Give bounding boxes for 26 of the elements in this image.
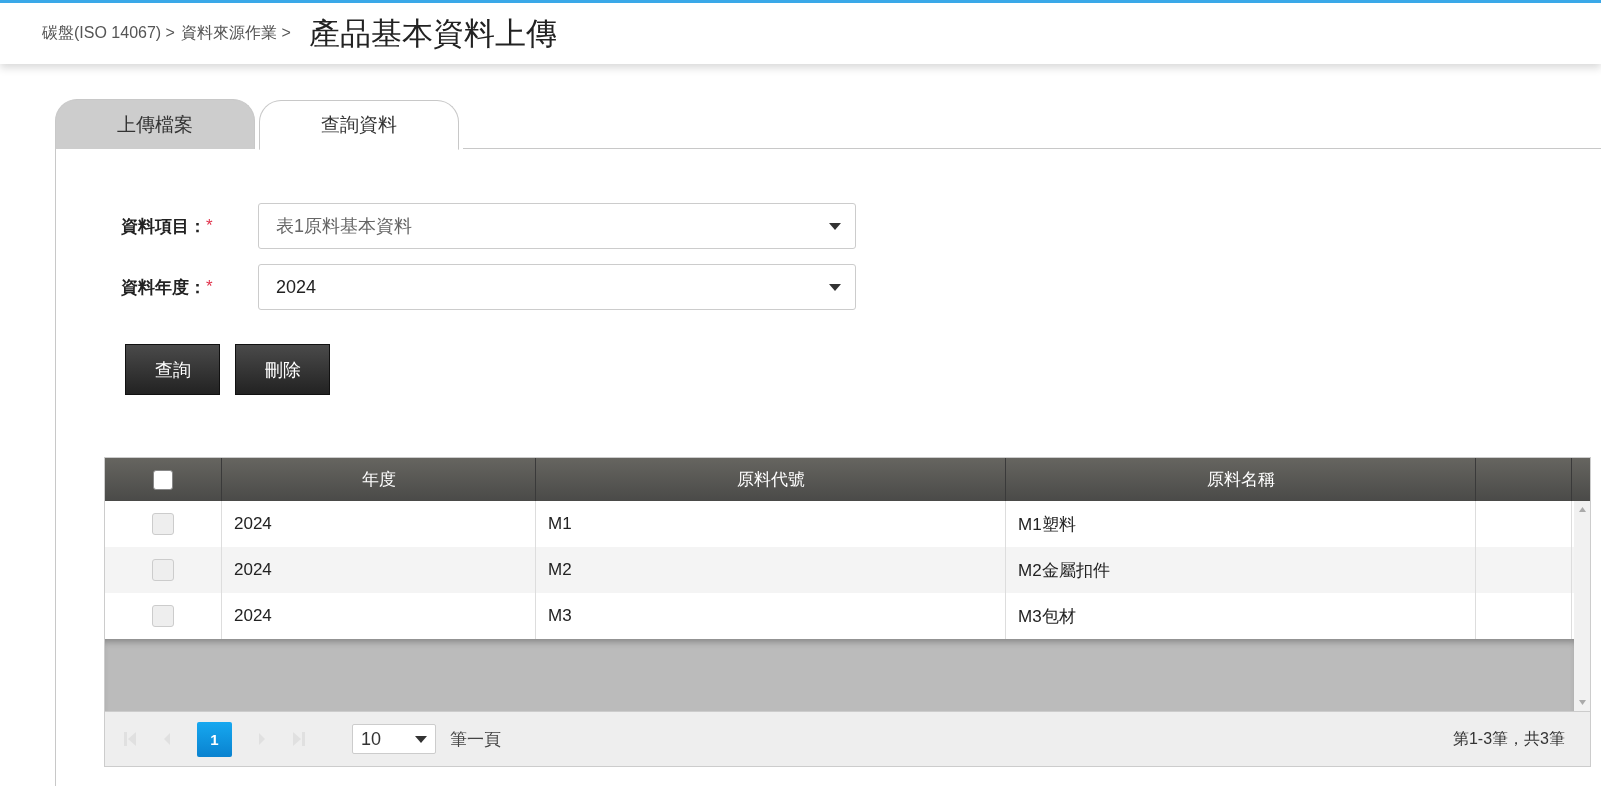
- page-size-dropdown[interactable]: 10: [352, 724, 436, 754]
- row-checkbox[interactable]: [152, 513, 174, 535]
- row-checkbox[interactable]: [152, 559, 174, 581]
- caret-icon: [829, 283, 841, 291]
- breadcrumb-link[interactable]: 資料來源作業 >: [180, 23, 291, 44]
- select-all-checkbox[interactable]: [153, 469, 173, 490]
- scrollbar[interactable]: [1574, 501, 1590, 711]
- caret-icon: [829, 222, 841, 230]
- scroll-down-icon[interactable]: [1578, 700, 1586, 705]
- field-label: 資料項目：: [121, 215, 206, 238]
- record-summary: 第1-3筆，共3筆: [1452, 728, 1565, 749]
- tab[interactable]: 上傳檔案: [55, 99, 255, 149]
- dropdown-field[interactable]: 表1原料基本資料: [258, 203, 856, 249]
- page-size-label: 筆一頁: [450, 728, 501, 751]
- row-checkbox[interactable]: [152, 605, 174, 627]
- required-mark: *: [206, 216, 214, 236]
- tab[interactable]: 查詢資料: [259, 100, 459, 150]
- required-mark: *: [206, 277, 214, 297]
- action-button[interactable]: 刪除: [235, 344, 330, 395]
- caret-icon: [415, 735, 427, 743]
- action-button[interactable]: 查詢: [125, 344, 220, 395]
- scroll-up-icon[interactable]: [1578, 507, 1586, 512]
- breadcrumb-link[interactable]: 碳盤(ISO 14067) >: [42, 23, 175, 44]
- field-label: 資料年度：: [121, 276, 206, 299]
- page-title: 產品基本資料上傳: [308, 14, 557, 53]
- dropdown-field[interactable]: 2024: [258, 264, 856, 310]
